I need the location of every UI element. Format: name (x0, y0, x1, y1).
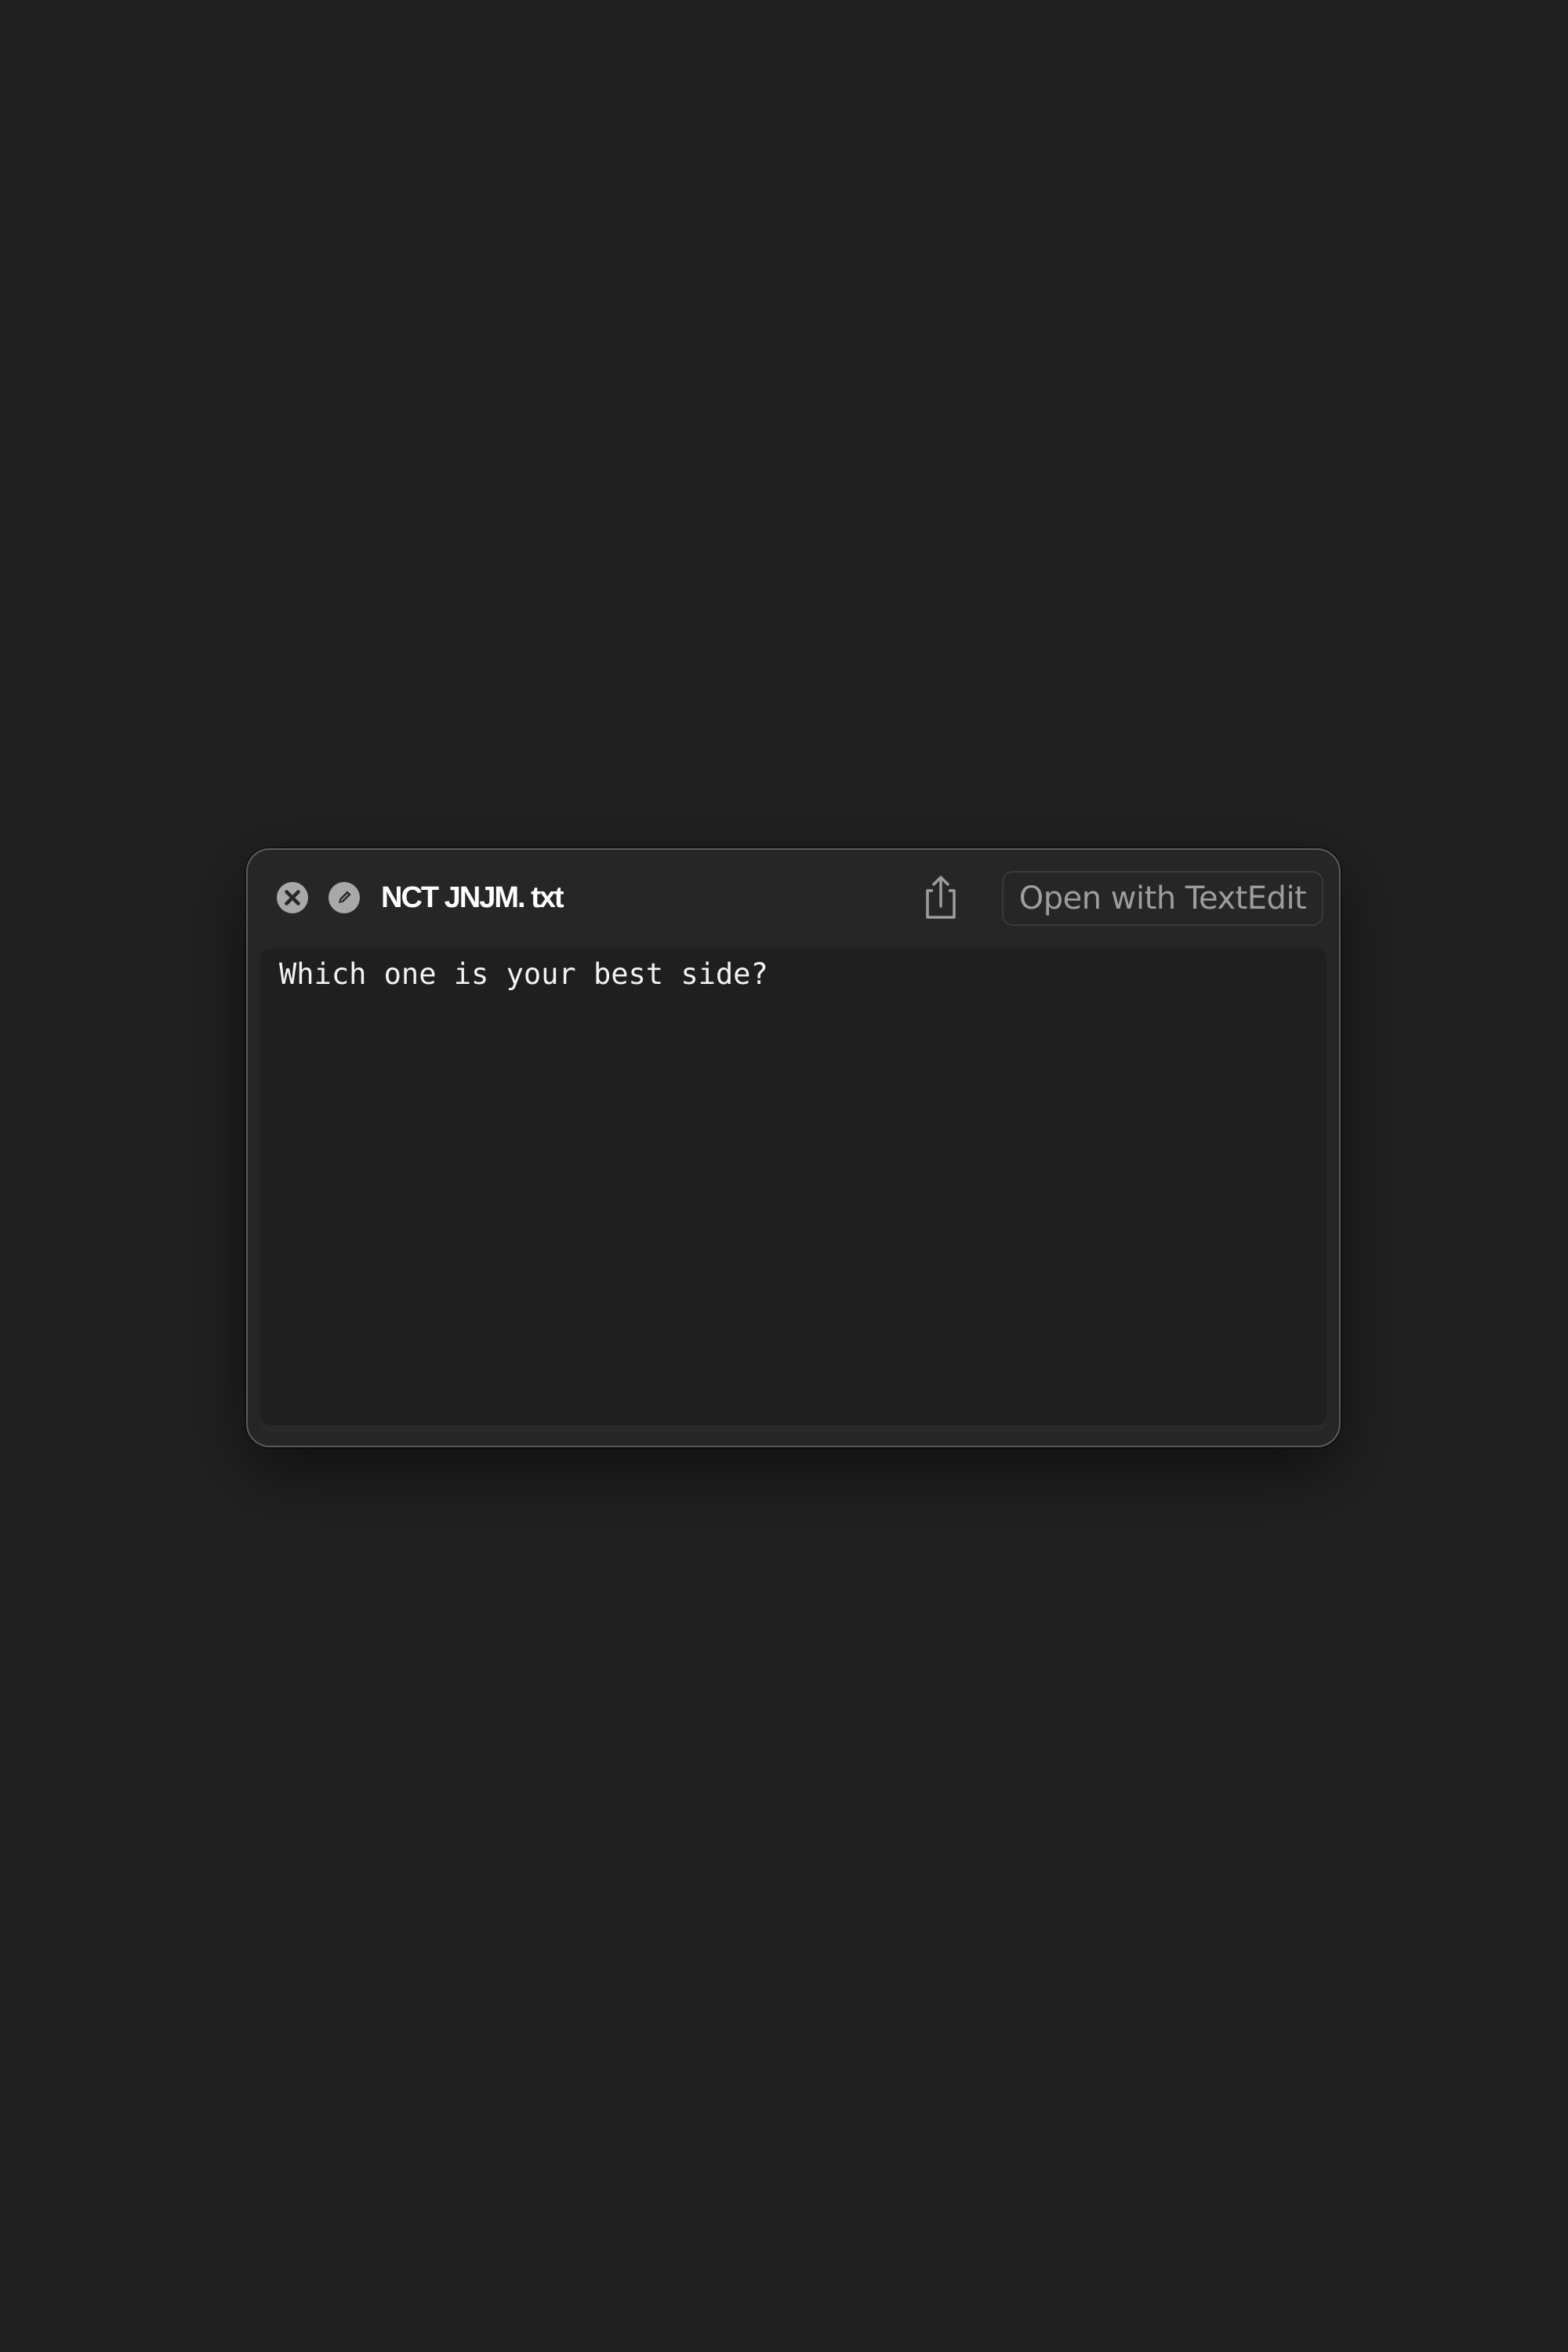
close-icon[interactable] (276, 881, 309, 914)
markup-pencil-icon[interactable] (328, 881, 361, 914)
toolbar: NCT JNJM. txt Open with TextEdit (248, 850, 1339, 947)
document-text: Which one is your best side? (279, 957, 768, 991)
window-title: NCT JNJM. txt (381, 881, 564, 914)
open-with-textedit-button[interactable]: Open with TextEdit (1002, 871, 1323, 926)
document-preview[interactable]: Which one is your best side? (260, 949, 1327, 1432)
share-icon[interactable] (919, 873, 963, 922)
quick-look-window: NCT JNJM. txt Open with TextEdit Which o… (246, 848, 1341, 1447)
